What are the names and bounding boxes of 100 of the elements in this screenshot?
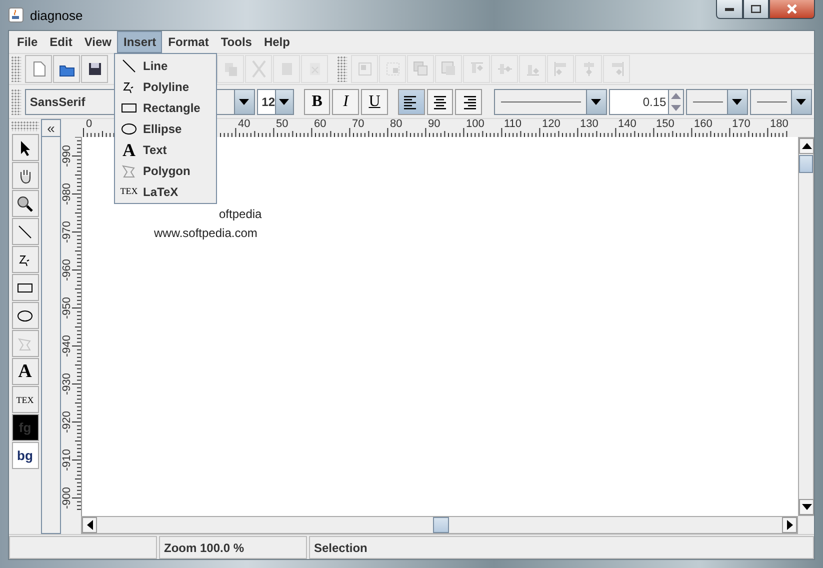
caret-icon [591,98,602,104]
maximize-button[interactable] [743,0,769,19]
menu-entry[interactable]: Line [115,55,216,76]
tex-logo-icon: TEX [120,187,138,196]
letter-icon: A [122,140,136,158]
ruler-label: 70 [352,119,364,130]
ruler-label: -980 [62,183,73,206]
tool-button[interactable] [12,218,38,245]
tool-button[interactable] [12,274,38,301]
caret-icon [671,104,682,110]
toolbar-grip[interactable] [11,56,21,82]
ruler-label: 50 [276,119,288,130]
menu-item[interactable]: Edit [44,31,78,53]
caret-icon [802,143,812,149]
line-icon [16,222,34,240]
scroll-thumb[interactable] [433,517,449,533]
scroll-thumb[interactable] [799,155,813,173]
tool-button[interactable] [12,134,38,161]
ruler-label: 0 [86,119,92,130]
menu-entry[interactable]: Rectangle [115,97,216,118]
ruler-label: -970 [62,221,73,244]
ruler-label: 180 [770,119,788,130]
toolbar-grip[interactable] [337,56,347,82]
ruler-label: -900 [62,487,73,510]
underline-button[interactable]: U [361,88,388,114]
menu-item[interactable]: File [11,31,44,53]
menu-entry-label: Line [143,58,168,72]
menu-entry-label: Rectangle [143,100,200,114]
menu-entry[interactable]: Polyline [115,76,216,97]
menu-entry-label: LaTeX [143,184,178,198]
font-size-dropdown[interactable]: 12 [256,88,294,114]
tool-button[interactable] [12,162,38,189]
ruler-label: 60 [314,119,326,130]
menu-entry[interactable]: TEX LaTeX [115,181,216,202]
canvas-text: www.softpedia.com [154,226,258,240]
ruler-label: -910 [62,449,73,472]
menu-item[interactable]: Format [162,31,215,53]
toolbar-grip[interactable] [11,88,21,114]
minimize-button[interactable] [716,0,743,19]
group-icon [356,60,374,78]
caret-icon [279,98,290,104]
stacked-squares-icon [412,60,430,78]
align-button[interactable] [455,88,482,114]
menu-entry[interactable]: Ellipse [115,118,216,139]
arrow-end-dropdown[interactable] [750,88,812,114]
caret-icon [796,98,806,104]
ruler-label: -930 [62,373,73,396]
menu-entry-label: Polyline [143,80,190,94]
caret-icon [239,98,250,104]
menu-entry[interactable]: Polygon [115,160,216,181]
menu-item[interactable]: Insert [117,31,162,53]
align-button[interactable] [398,88,425,114]
menu-item[interactable]: Tools [214,31,258,53]
ruler-label: -940 [62,335,73,358]
tool-button[interactable] [12,246,38,273]
ruler-label: 110 [504,119,522,130]
toolbar-button[interactable] [81,55,108,83]
line-width-spinner[interactable]: 0.15 [608,88,684,114]
line-sample-icon [691,100,726,104]
collapse-button[interactable]: « [41,119,61,137]
tool-button[interactable]: TEX [12,386,38,413]
ruler-ticks-drawing [83,128,115,137]
window-title: diagnose [30,8,83,22]
minimize-icon [725,8,734,10]
coffee-cup-icon [8,7,24,23]
caret-icon [86,520,92,530]
ruler-label: -990 [62,145,73,168]
zoom-status: Zoom 100.0 % [159,536,307,559]
stacked-squares-icon [440,60,458,78]
ruler-label: -960 [62,259,73,282]
menu-entry-label: Polygon [143,164,190,178]
horizontal-scrollbar[interactable] [81,516,798,534]
ruler-label: 130 [580,119,598,130]
italic-button[interactable]: I [332,88,360,114]
ruler-label: -950 [62,297,73,320]
close-button[interactable] [769,0,815,19]
caret-icon [671,92,682,98]
ruler-label: -920 [62,411,73,434]
mode-status: Selection [309,536,814,559]
ruler-label: 170 [732,119,750,130]
tool-button[interactable]: A [12,358,38,385]
tool-button[interactable]: bg [12,442,38,469]
align-button[interactable] [426,88,454,114]
ruler-label: 120 [542,119,560,130]
menu-entry[interactable]: A Text [115,139,216,160]
line-icon [120,56,138,74]
ruler-label: 90 [428,119,440,130]
toolbar-button[interactable] [53,55,80,83]
arrow-start-dropdown[interactable] [686,88,748,114]
toolbar-grip[interactable] [11,121,39,131]
vertical-scrollbar[interactable] [798,137,814,516]
line-sample-icon [498,100,583,104]
tool-button[interactable] [12,302,38,329]
ruler-label: 80 [390,119,402,130]
menu-item[interactable]: View [78,31,118,53]
line-style-dropdown[interactable] [494,88,607,114]
tool-button[interactable] [12,190,38,217]
bold-button[interactable]: B [304,88,330,114]
maximize-icon [751,5,761,13]
menu-item[interactable]: Help [258,31,296,53]
